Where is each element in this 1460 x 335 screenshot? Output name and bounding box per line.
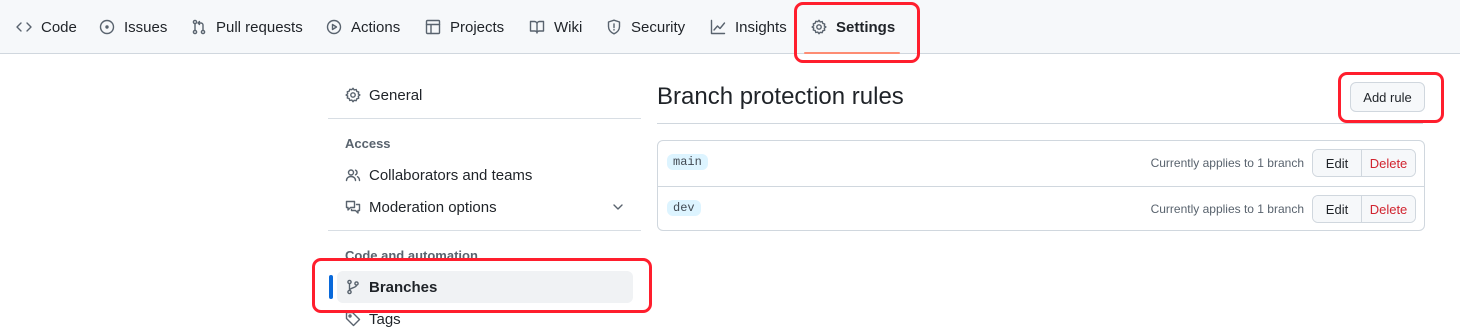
sidebar-item-moderation[interactable]: Moderation options [337, 191, 633, 223]
sidebar-item-branches[interactable]: Branches [337, 271, 633, 303]
tag-icon [345, 311, 361, 327]
tab-projects[interactable]: Projects [425, 0, 504, 54]
tab-wiki[interactable]: Wiki [529, 0, 582, 54]
sidebar-divider [328, 230, 641, 231]
rule-actions: Edit Delete [1312, 149, 1416, 177]
applies-text: Currently applies to 1 branch [1150, 202, 1304, 216]
sidebar-heading-code-automation: Code and automation [345, 248, 478, 263]
applies-text: Currently applies to 1 branch [1150, 156, 1304, 170]
repo-nav: Code Issues Pull requests Actions Projec… [0, 0, 1460, 54]
sidebar-item-label: Branches [369, 278, 438, 296]
tab-label: Actions [351, 18, 401, 36]
sidebar-item-collaborators[interactable]: Collaborators and teams [337, 159, 633, 191]
issue-opened-icon [99, 19, 115, 35]
tab-settings[interactable]: Settings [811, 0, 895, 54]
git-branch-icon [347, 279, 359, 295]
branch-name: dev [667, 200, 701, 216]
shield-icon [607, 19, 621, 35]
add-rule-button[interactable]: Add rule [1350, 82, 1425, 112]
graph-icon [710, 19, 726, 35]
tab-label: Code [41, 18, 77, 36]
tab-security[interactable]: Security [606, 0, 685, 54]
edit-button[interactable]: Edit [1313, 196, 1362, 222]
tab-label: Insights [735, 18, 787, 36]
tab-label: Settings [836, 18, 896, 36]
sidebar-divider [328, 118, 641, 119]
comment-discussion-icon [345, 200, 361, 214]
sidebar-item-label: Collaborators and teams [369, 166, 533, 184]
tab-label: Pull requests [216, 18, 303, 36]
delete-button[interactable]: Delete [1362, 150, 1415, 176]
tab-insights[interactable]: Insights [710, 0, 787, 54]
branch-name: main [667, 154, 708, 170]
gear-icon [345, 87, 361, 103]
tab-actions[interactable]: Actions [326, 0, 400, 54]
tab-label: Projects [450, 18, 505, 36]
branch-rule-row: main Currently applies to 1 branch Edit … [658, 141, 1424, 186]
branch-rule-row: dev Currently applies to 1 branch Edit D… [658, 186, 1424, 232]
branch-rules-list: main Currently applies to 1 branch Edit … [657, 140, 1425, 231]
tab-issues[interactable]: Issues [99, 0, 167, 54]
tab-label: Security [631, 18, 686, 36]
sidebar-heading-access: Access [345, 136, 391, 151]
sidebar-item-label: Tags [369, 310, 401, 328]
delete-button[interactable]: Delete [1362, 196, 1415, 222]
page-title: Branch protection rules [657, 83, 904, 110]
rule-actions: Edit Delete [1312, 195, 1416, 223]
tab-label: Issues [124, 18, 168, 36]
play-icon [326, 19, 342, 35]
tab-label: Wiki [554, 18, 583, 36]
sidebar-item-general[interactable]: General [337, 79, 633, 111]
sidebar-item-label: Moderation options [369, 198, 497, 216]
sidebar-item-tags[interactable]: Tags [337, 303, 633, 335]
tab-pull-requests[interactable]: Pull requests [191, 0, 303, 54]
sidebar-item-label: General [369, 86, 423, 104]
book-icon [529, 20, 545, 34]
edit-button[interactable]: Edit [1313, 150, 1362, 176]
people-icon [345, 169, 361, 182]
chevron-down-icon[interactable] [610, 199, 626, 215]
active-indicator [329, 275, 333, 299]
tab-code[interactable]: Code [16, 0, 77, 54]
git-pull-request-icon [192, 19, 206, 35]
table-icon [425, 19, 441, 35]
selected-tab-underline [804, 52, 900, 54]
title-divider [657, 123, 1423, 124]
gear-icon [811, 19, 827, 35]
code-icon [16, 22, 32, 32]
